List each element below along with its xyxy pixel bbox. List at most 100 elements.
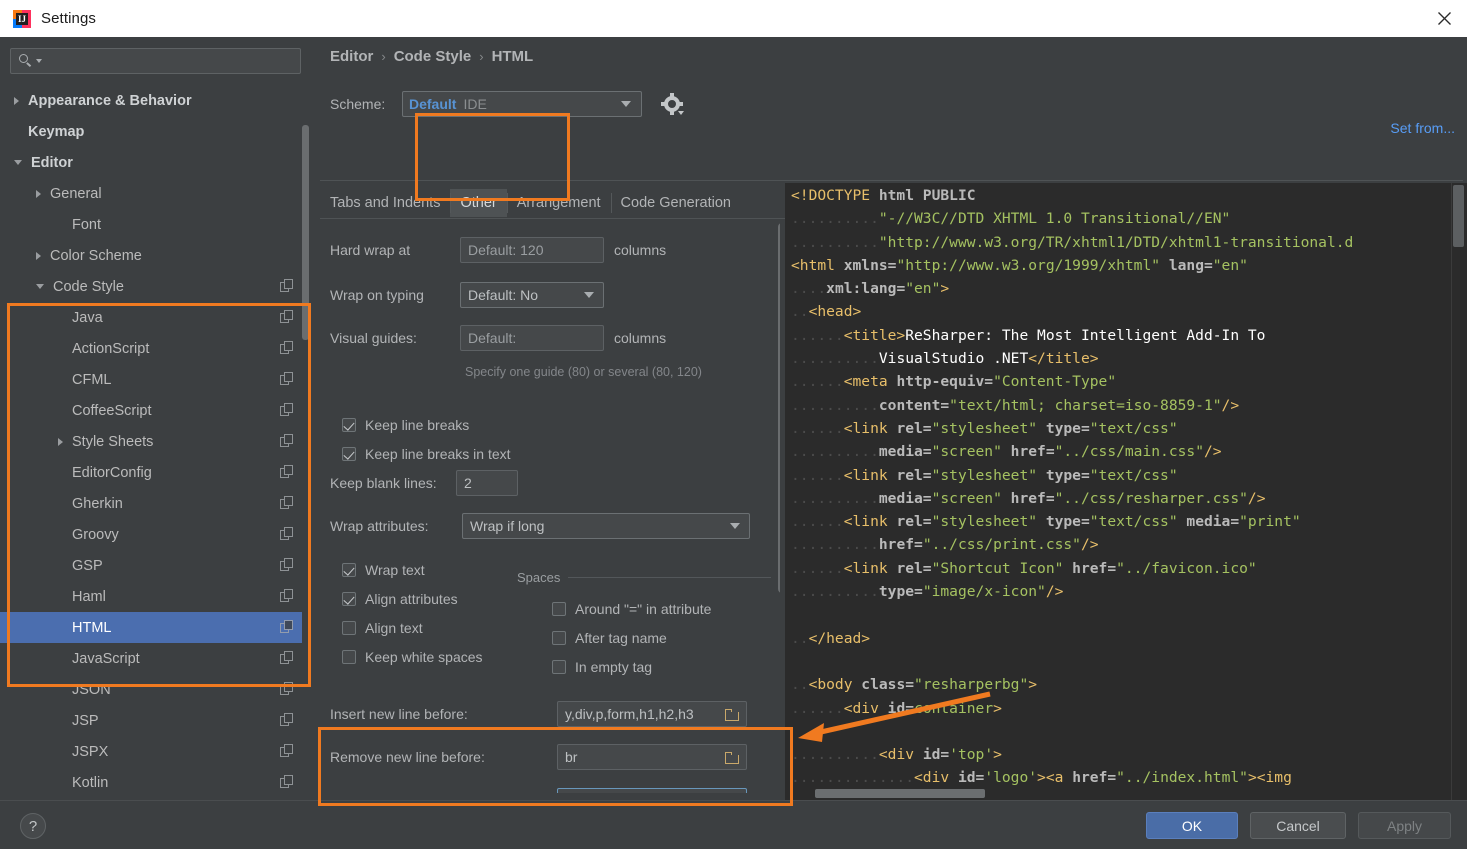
sidebar-item-style-sheets[interactable]: Style Sheets [0,426,302,457]
keep-line-breaks-checkbox[interactable]: Keep line breaks [342,417,469,433]
chevron-down-icon[interactable] [36,59,42,63]
copy-scheme-icon[interactable] [280,434,294,448]
breadcrumb-code-style[interactable]: Code Style [394,48,472,65]
sidebar-item-gsp[interactable]: GSP [0,550,302,581]
copy-scheme-icon[interactable] [280,310,294,324]
sidebar-item-editor[interactable]: Editor [0,147,302,178]
set-from-link[interactable]: Set from... [1390,120,1455,136]
remove-new-line-input[interactable]: br [557,744,747,770]
code-token: <div [914,769,950,787]
copy-scheme-icon[interactable] [280,651,294,665]
copy-scheme-icon[interactable] [280,713,294,727]
copy-scheme-icon[interactable] [280,279,294,293]
keep-blank-lines-input[interactable]: 2 [456,470,518,496]
gear-icon[interactable] [661,93,684,115]
keep-white-spaces-checkbox[interactable]: Keep white spaces [342,649,483,665]
sidebar-item-json[interactable]: JSON [0,674,302,705]
keep-blank-lines-row: Keep blank lines: 2 [330,470,518,496]
sidebar-item-keymap[interactable]: Keymap [0,116,302,147]
align-attributes-checkbox[interactable]: Align attributes [342,591,458,607]
form-scrollbar[interactable] [778,223,780,593]
sidebar-item-html[interactable]: HTML [0,612,302,643]
sidebar-item-groovy[interactable]: Groovy [0,519,302,550]
breadcrumb-editor[interactable]: Editor [330,48,373,65]
wrap-attributes-dropdown[interactable]: Wrap if long [462,513,750,539]
sidebar-item-javascript[interactable]: JavaScript [0,643,302,674]
copy-scheme-icon[interactable] [280,589,294,603]
chevron-right-icon[interactable] [58,437,63,446]
code-preview-pane[interactable]: <!DOCTYPE html PUBLIC .........."-//W3C//… [785,183,1467,800]
code-token: "../css/main.css" [1054,443,1204,461]
copy-scheme-icon[interactable] [280,558,294,572]
chevron-down-icon[interactable] [36,284,44,289]
do-not-indent-input[interactable]: thead,tbody,tfoot [557,788,747,793]
copy-scheme-icon[interactable] [280,465,294,479]
sidebar-item-cfml[interactable]: CFML [0,364,302,395]
sidebar-item-appearance-behavior[interactable]: Appearance & Behavior [0,85,302,116]
copy-scheme-icon[interactable] [280,527,294,541]
sidebar-item-kotlin[interactable]: Kotlin [0,767,302,798]
around-equals-checkbox[interactable]: Around "=" in attribute [552,601,711,617]
copy-scheme-icon[interactable] [280,372,294,386]
copy-scheme-icon[interactable] [280,744,294,758]
browse-folder-icon[interactable] [725,751,740,764]
sidebar-item-font[interactable]: Font [0,209,302,240]
sidebar-item-coffeescript[interactable]: CoffeeScript [0,395,302,426]
hard-wrap-suffix: columns [614,242,667,258]
sidebar-item-java[interactable]: Java [0,302,302,333]
apply-button[interactable]: Apply [1358,812,1451,839]
sidebar-item-color-scheme[interactable]: Color Scheme [0,240,302,271]
preview-scrollbar[interactable] [1453,185,1464,247]
chevron-right-icon[interactable] [36,189,41,198]
tab-code-generation[interactable]: Code Generation [610,189,741,217]
sidebar-item-gherkin[interactable]: Gherkin [0,488,302,519]
ok-button[interactable]: OK [1146,812,1238,839]
search-input[interactable] [46,53,294,69]
chevron-right-icon[interactable] [14,96,19,105]
code-token: "../index.html" [1116,769,1248,787]
copy-scheme-icon[interactable] [280,682,294,696]
remove-new-line-value: br [565,749,578,765]
chevron-down-icon[interactable] [14,160,22,165]
do-not-indent-row: Do not indent children of: thead,tbody,t… [330,788,747,793]
sidebar-item-editorconfig[interactable]: EditorConfig [0,457,302,488]
copy-scheme-icon[interactable] [280,620,294,634]
align-text-checkbox[interactable]: Align text [342,620,423,636]
cancel-button[interactable]: Cancel [1250,812,1346,839]
sidebar-item-jsp[interactable]: JSP [0,705,302,736]
tab-arrangement[interactable]: Arrangement [506,189,611,217]
visual-guides-input[interactable]: Default: [460,325,604,351]
code-token: .......... [791,233,879,251]
tab-other[interactable]: Other [450,189,507,217]
sidebar-scrollbar[interactable] [302,125,309,340]
copy-scheme-icon[interactable] [280,341,294,355]
sidebar-item-jspx[interactable]: JSPX [0,736,302,767]
after-tag-name-checkbox[interactable]: After tag name [552,630,667,646]
copy-scheme-icon[interactable] [280,403,294,417]
copy-scheme-icon[interactable] [280,775,294,789]
search-field[interactable] [10,48,301,74]
sidebar-item-haml[interactable]: Haml [0,581,302,612]
wrap-on-typing-dropdown[interactable]: Default: No [460,282,604,308]
close-icon[interactable] [1421,0,1467,37]
scheme-dropdown[interactable]: Default IDE [402,91,642,117]
sidebar-item-code-style[interactable]: Code Style [0,271,302,302]
divider [320,180,1463,181]
in-empty-tag-checkbox[interactable]: In empty tag [552,659,652,675]
sidebar-item-general[interactable]: General [0,178,302,209]
tab-tabs-and-indents[interactable]: Tabs and Indents [320,189,450,217]
copy-scheme-icon[interactable] [280,496,294,510]
insert-new-line-input[interactable]: y,div,p,form,h1,h2,h3 [557,701,747,727]
hard-wrap-input[interactable]: Default: 120 [460,237,604,263]
code-line: .........."-//W3C//DTD XHTML 1.0 Transit… [791,207,1467,230]
browse-folder-icon[interactable] [725,708,740,721]
preview-horizontal-scrollbar[interactable] [815,789,985,798]
chevron-right-icon[interactable] [36,251,41,260]
help-button[interactable]: ? [20,813,46,839]
sidebar-item-actionscript[interactable]: ActionScript [0,333,302,364]
keep-line-breaks-in-text-checkbox[interactable]: Keep line breaks in text [342,446,511,462]
wrap-text-checkbox[interactable]: Wrap text [342,562,425,578]
